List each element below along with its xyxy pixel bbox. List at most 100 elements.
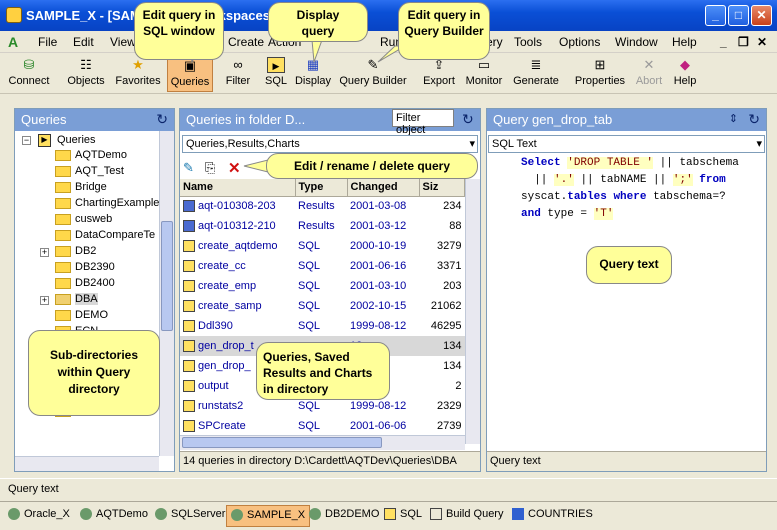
table-row[interactable]: create_emp SQL 2001-03-10 203 bbox=[180, 276, 465, 296]
rename-query-icon[interactable]: ⎘ bbox=[205, 160, 221, 175]
table-horizontal-scrollbar[interactable] bbox=[180, 435, 465, 450]
tree-vertical-scrollbar[interactable] bbox=[159, 131, 174, 456]
close-button[interactable]: ✕ bbox=[751, 5, 772, 26]
tab-sqlserver[interactable]: SQLServer bbox=[151, 505, 229, 527]
tree-item-folder[interactable]: DB2400 bbox=[15, 277, 171, 293]
tree-item-folder[interactable]: ChartingExample bbox=[15, 197, 171, 213]
table-vertical-scrollbar[interactable] bbox=[465, 179, 480, 444]
tree-item-folder[interactable]: AQTDemo bbox=[15, 149, 171, 165]
properties-button[interactable]: ⊞ Properties bbox=[572, 56, 628, 92]
database-icon bbox=[231, 509, 243, 522]
tree-item-folder[interactable]: DB2390 bbox=[15, 261, 171, 277]
menu-help[interactable]: Help bbox=[672, 35, 697, 49]
monitor-button[interactable]: ▭ Monitor bbox=[463, 56, 505, 92]
generate-button[interactable]: ≣ Generate bbox=[510, 56, 562, 92]
cell-size: 2 bbox=[419, 376, 465, 396]
favorites-button[interactable]: ★ Favorites bbox=[113, 56, 163, 92]
collapse-icon[interactable]: − bbox=[22, 136, 31, 145]
cell-text: create_emp bbox=[198, 279, 257, 292]
cell-text: Results bbox=[298, 220, 335, 232]
tree-item-folder[interactable]: DEMO bbox=[15, 309, 171, 325]
refresh-icon[interactable]: ↻ bbox=[748, 111, 760, 128]
export-button[interactable]: ⇪ Export bbox=[420, 56, 458, 92]
tree-item-root[interactable]: − ▶ Queries bbox=[15, 133, 171, 149]
column-size[interactable]: Siz bbox=[419, 179, 465, 197]
object-type-select[interactable]: Queries,Results,Charts ▾ bbox=[182, 135, 478, 153]
tab-countries[interactable]: COUNTRIES bbox=[508, 505, 597, 527]
tab-build-query[interactable]: Build Query bbox=[426, 505, 507, 527]
mdi-restore-button[interactable]: ❐ bbox=[738, 35, 749, 49]
menu-create[interactable]: Create bbox=[228, 35, 264, 49]
maximize-button[interactable]: □ bbox=[728, 5, 749, 26]
chevron-down-icon: ▾ bbox=[469, 138, 475, 150]
abort-icon: ✕ bbox=[643, 57, 655, 72]
sql-button[interactable]: ▶ SQL bbox=[262, 56, 290, 92]
query-file-icon bbox=[183, 240, 195, 253]
table-row[interactable]: create_cc SQL 2001-06-16 3371 bbox=[180, 256, 465, 276]
table-row[interactable]: create_aqtdemo SQL 2000-10-19 3279 bbox=[180, 236, 465, 256]
menu-file[interactable]: File bbox=[38, 35, 57, 49]
query-builder-button[interactable]: ✎ Query Builder bbox=[338, 56, 408, 92]
callout-queries-saved: Queries, Saved Results and Charts in dir… bbox=[256, 342, 390, 400]
objects-button[interactable]: ☷ Objects bbox=[64, 56, 108, 92]
column-name[interactable]: Name bbox=[180, 179, 296, 197]
mdi-minimize-button[interactable]: _ bbox=[720, 35, 727, 49]
filter-button[interactable]: ∞ Filter bbox=[222, 56, 254, 92]
expand-icon[interactable]: + bbox=[40, 296, 49, 305]
menu-options[interactable]: Options bbox=[559, 35, 600, 49]
table-row[interactable]: SPCreate SQL 2001-06-06 2739 bbox=[180, 416, 465, 436]
column-changed[interactable]: Changed bbox=[347, 179, 420, 197]
cell-changed: 2001-06-06 bbox=[347, 416, 419, 436]
tab-db2demo[interactable]: DB2DEMO bbox=[305, 505, 383, 527]
table-row[interactable]: aqt-010308-203 Results 2001-03-08 234 bbox=[180, 196, 465, 216]
queries-button[interactable]: ▣ Queries bbox=[167, 56, 213, 92]
table-scroll-thumb[interactable] bbox=[182, 437, 382, 448]
tree-item-folder[interactable]: Bridge bbox=[15, 181, 171, 197]
cell-text: 3279 bbox=[437, 240, 462, 252]
filter-object-button[interactable]: Filter object bbox=[392, 109, 454, 136]
tree-item-folder[interactable]: cusweb bbox=[15, 213, 171, 229]
chevron-down-icon: ▾ bbox=[756, 138, 762, 150]
app-menu-icon[interactable]: A bbox=[8, 34, 24, 50]
tree-item-folder[interactable]: AQT_Test bbox=[15, 165, 171, 181]
help-button[interactable]: ◆ Help bbox=[670, 56, 700, 92]
table-row[interactable]: create_samp SQL 2002-10-15 21062 bbox=[180, 296, 465, 316]
sql-text[interactable]: Select 'DROP TABLE ' || tabschema || '.'… bbox=[521, 155, 739, 223]
refresh-icon[interactable]: ↻ bbox=[156, 111, 168, 128]
mdi-close-button[interactable]: ✕ bbox=[757, 35, 767, 49]
menu-edit[interactable]: Edit bbox=[73, 35, 94, 49]
cell-text: SQL bbox=[298, 260, 321, 272]
column-type[interactable]: Type bbox=[295, 179, 348, 197]
cell-text: aqt-010308-203 bbox=[198, 200, 276, 213]
minimize-button[interactable]: _ bbox=[705, 5, 726, 26]
tree-horizontal-scrollbar[interactable] bbox=[15, 456, 159, 471]
tree-item-folder[interactable]: + DB2 bbox=[15, 245, 171, 261]
menu-tools[interactable]: Tools bbox=[514, 35, 542, 49]
connect-button[interactable]: ⛁ Connect bbox=[6, 56, 52, 92]
up-down-arrows-icon[interactable]: ⇕ bbox=[729, 112, 738, 125]
app-icon[interactable] bbox=[6, 7, 22, 23]
callout-edit-rename: Edit / rename / delete query bbox=[266, 153, 478, 179]
delete-query-icon[interactable]: ✕ bbox=[228, 159, 244, 177]
expand-icon[interactable]: + bbox=[40, 248, 49, 257]
folder-label: Bridge bbox=[75, 181, 107, 193]
query-view-select[interactable]: SQL Text ▾ bbox=[488, 135, 765, 153]
tree-item-folder[interactable]: DataCompareTe bbox=[15, 229, 171, 245]
menu-view[interactable]: View bbox=[110, 35, 136, 49]
tab-sql[interactable]: SQL bbox=[380, 505, 426, 527]
abort-button[interactable]: ✕ Abort bbox=[632, 56, 666, 92]
display-button[interactable]: ▦ Display bbox=[293, 56, 333, 92]
tree-scroll-thumb[interactable] bbox=[161, 221, 173, 331]
tree-item-folder[interactable]: + DBA bbox=[15, 293, 171, 309]
edit-query-icon[interactable]: ✎ bbox=[183, 160, 199, 175]
refresh-icon[interactable]: ↻ bbox=[462, 111, 474, 128]
folder-icon bbox=[55, 181, 71, 193]
tab-oracle-x[interactable]: Oracle_X bbox=[4, 505, 74, 527]
cell-type: SQL bbox=[295, 256, 347, 276]
table-row[interactable]: aqt-010312-210 Results 2001-03-12 88 bbox=[180, 216, 465, 236]
menu-window[interactable]: Window bbox=[615, 35, 658, 49]
tab-sample-x[interactable]: SAMPLE_X bbox=[226, 505, 311, 527]
cell-text: 2000-10-19 bbox=[350, 240, 407, 252]
table-row[interactable]: Ddl390 SQL 1999-08-12 46295 bbox=[180, 316, 465, 336]
tab-aqtdemo[interactable]: AQTDemo bbox=[76, 505, 152, 527]
